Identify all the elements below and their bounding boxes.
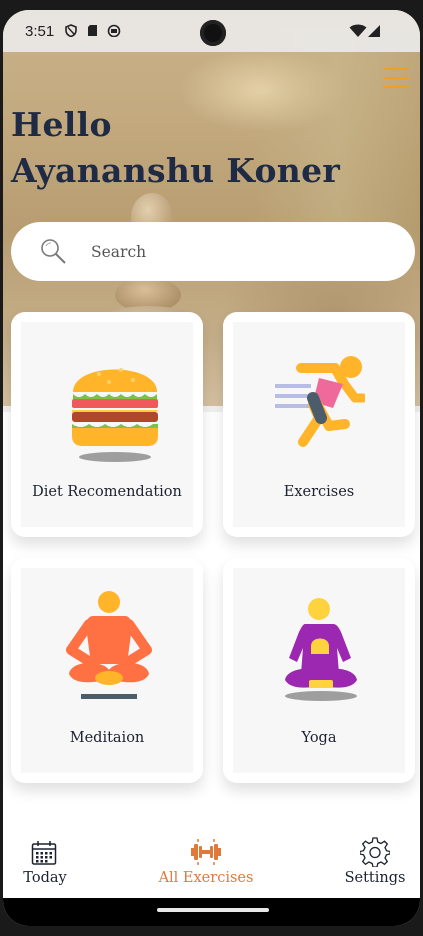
app-notification-icon [107, 24, 121, 37]
dumbbell-icon [191, 839, 221, 865]
card-meditation[interactable]: Meditaion [11, 558, 203, 783]
meditation-person-icon [66, 591, 152, 699]
nav-item-today[interactable]: Today [3, 826, 87, 898]
greeting-hello: Hello [11, 105, 112, 144]
running-person-icon [275, 356, 365, 447]
card-diet-recommendation[interactable]: Diet Recomendation [11, 312, 203, 537]
app-screen: 3:51 Hello Ayananshu Koner Search Diet R… [3, 10, 420, 926]
wifi-icon [349, 24, 367, 37]
card-label: Yoga [301, 730, 337, 746]
status-bar: 3:51 [3, 10, 420, 52]
search-icon [41, 239, 66, 264]
shield-icon [65, 24, 77, 37]
search-bar[interactable] [11, 222, 415, 281]
front-camera [200, 20, 226, 46]
card-label: Exercises [283, 484, 355, 500]
signal-icon [368, 25, 380, 37]
sd-card-icon [88, 25, 97, 36]
nav-item-settings[interactable]: Settings [335, 826, 415, 898]
card-label: Diet Recomendation [32, 484, 182, 500]
gear-icon [360, 837, 390, 867]
home-gesture-handle[interactable] [157, 908, 269, 912]
search-input[interactable] [91, 240, 391, 264]
bottom-navigation: Today All Exercises Settings [3, 826, 420, 898]
card-exercises[interactable]: Exercises [223, 312, 415, 537]
greeting-user-name: Ayananshu Koner [11, 151, 341, 190]
card-yoga[interactable]: Yoga [223, 558, 415, 783]
nav-label-all-exercises: All Exercises [158, 870, 254, 886]
nav-item-all-exercises[interactable]: All Exercises [147, 826, 265, 898]
calendar-icon [31, 841, 57, 865]
burger-icon [72, 368, 158, 462]
system-gesture-bar [3, 898, 420, 926]
card-label: Meditaion [69, 730, 145, 746]
nav-label-settings: Settings [344, 870, 406, 886]
nav-label-today: Today [23, 870, 67, 886]
status-time: 3:51 [25, 23, 55, 40]
menu-icon[interactable] [383, 67, 409, 89]
yoga-person-icon [285, 598, 357, 701]
greeting-title: Hello Ayananshu Koner [11, 102, 411, 194]
